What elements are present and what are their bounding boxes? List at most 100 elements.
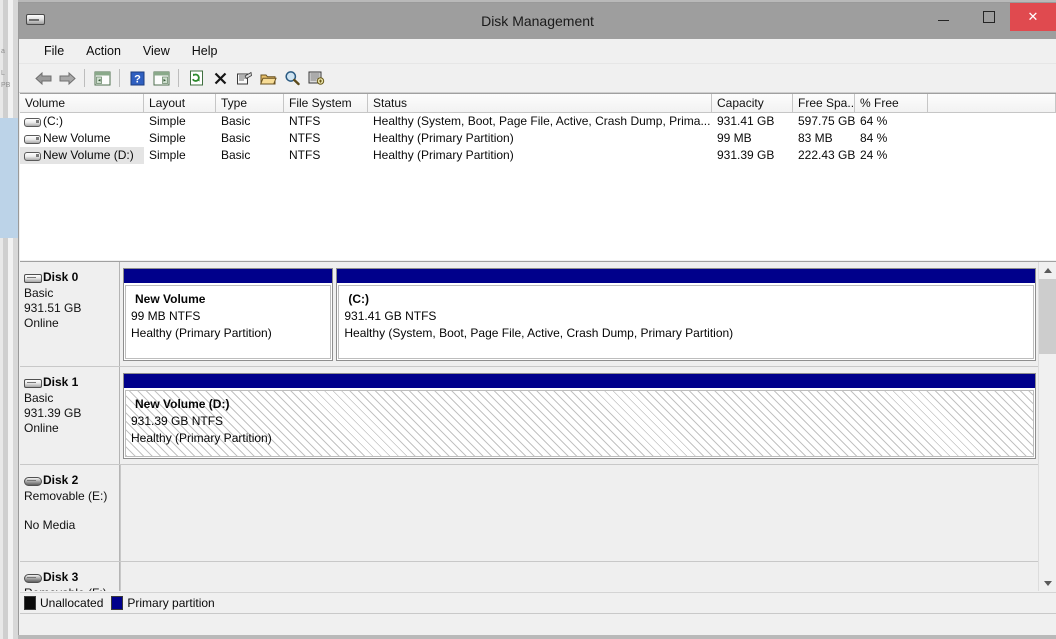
table-cell: 99 MB xyxy=(717,131,752,145)
partition-name: New Volume xyxy=(135,292,206,306)
column-header-layout[interactable]: Layout xyxy=(144,94,216,113)
partition-size-fs: 931.39 GB NTFS xyxy=(131,414,224,428)
forward-button[interactable] xyxy=(55,67,79,89)
scrollbar-thumb[interactable] xyxy=(1039,279,1056,354)
disk-empty-pane xyxy=(120,465,1039,561)
disk-management-window: Disk Management ✕ File Action View Help xyxy=(18,2,1056,635)
table-row[interactable]: (C:) Simple Basic NTFS Healthy (System, Boot… xyxy=(20,113,1056,130)
partition-status: Healthy (Primary Partition) xyxy=(131,326,272,340)
table-row[interactable]: New Volume (D:) Simple Basic NTFS Healthy (P… xyxy=(20,147,1056,164)
disk-row[interactable]: Disk 2 Removable (E:) No Media xyxy=(20,465,1039,562)
disk-row[interactable]: Disk 0 Basic 931.51 GB Online New Volume 99 M… xyxy=(20,262,1039,367)
legend: Unallocated Primary partition xyxy=(20,592,1056,612)
partition[interactable]: New Volume (D:) 931.39 GB NTFS Healthy (Pr… xyxy=(123,373,1036,459)
disk-type: Basic xyxy=(24,391,54,405)
folder-open-icon xyxy=(259,74,277,84)
disk-name: Disk 2 xyxy=(43,473,79,487)
toolbar-separator xyxy=(119,69,120,87)
volume-icon xyxy=(24,150,41,161)
disk-row[interactable]: Disk 3 Removable (F:) xyxy=(20,562,1039,591)
minimize-button[interactable] xyxy=(921,3,966,31)
table-cell: Healthy (Primary Partition) xyxy=(373,131,514,145)
partition-type-bar xyxy=(337,269,1035,284)
disk-row[interactable]: Disk 1 Basic 931.39 GB Online New Volume (D:… xyxy=(20,367,1039,465)
disk-info-pane[interactable]: Disk 3 Removable (F:) xyxy=(20,562,120,591)
delete-button[interactable] xyxy=(208,67,232,89)
menu-item-view[interactable]: View xyxy=(132,41,181,61)
table-cell: 24 % xyxy=(860,148,888,162)
disk-scan-button[interactable] xyxy=(304,67,328,89)
volume-label: (C:) xyxy=(43,114,63,128)
disk-title: Disk 1 xyxy=(24,375,119,389)
back-button[interactable] xyxy=(31,67,55,89)
column-header-type[interactable]: Type xyxy=(216,94,284,113)
table-cell: 597.75 GB xyxy=(798,114,855,128)
disk-name: Disk 0 xyxy=(43,270,79,284)
disk-name: Disk 3 xyxy=(43,570,79,584)
partition-status: Healthy (System, Boot, Page File, Active… xyxy=(344,326,734,340)
rescan-disks-button[interactable] xyxy=(184,67,208,89)
background-window-text: L xyxy=(1,70,5,77)
toolbar-separator xyxy=(84,69,85,87)
status-bar xyxy=(20,613,1056,635)
volume-name-cell: New Volume (D:) xyxy=(20,147,144,164)
disk-size: 931.51 GB xyxy=(24,301,82,315)
menu-item-file[interactable]: File xyxy=(33,41,75,61)
panel-right-icon xyxy=(153,71,169,85)
partition-type-bar xyxy=(124,374,1035,389)
volume-list-body: (C:) Simple Basic NTFS Healthy (System, Boot… xyxy=(20,113,1056,164)
table-cell: Basic xyxy=(221,114,251,128)
table-cell: Simple xyxy=(149,131,186,145)
disk-info-pane[interactable]: Disk 2 Removable (E:) No Media xyxy=(20,465,120,561)
column-header-free[interactable]: % Free xyxy=(855,94,928,113)
background-window-content xyxy=(0,118,18,238)
properties-icon xyxy=(236,71,252,84)
column-header-status[interactable]: Status xyxy=(368,94,712,113)
scan-icon xyxy=(308,71,324,85)
table-cell: NTFS xyxy=(289,148,321,162)
show-hide-console-tree-button[interactable] xyxy=(90,67,114,89)
column-header-blank[interactable] xyxy=(928,94,1056,113)
disk-info-pane[interactable]: Disk 0 Basic 931.51 GB Online xyxy=(20,262,120,366)
volume-icon xyxy=(24,133,41,144)
fixed-disk-icon xyxy=(24,272,42,283)
partition[interactable]: (C:) 931.41 GB NTFS Healthy (System, Boot,… xyxy=(336,268,1036,361)
volume-list-header: Volume Layout Type File System Status Capacit… xyxy=(20,94,1056,113)
window-title: Disk Management xyxy=(481,13,594,29)
open-button[interactable] xyxy=(256,67,280,89)
help-button[interactable]: ? xyxy=(125,67,149,89)
partition[interactable]: New Volume 99 MB NTFS Healthy (Primary Par… xyxy=(123,268,334,361)
disk-info-pane[interactable]: Disk 1 Basic 931.39 GB Online xyxy=(20,367,120,464)
menu-item-action[interactable]: Action xyxy=(75,41,132,61)
title-bar[interactable]: Disk Management ✕ xyxy=(19,3,1056,39)
table-row[interactable]: New Volume Simple Basic NTFS Healthy (Primar… xyxy=(20,130,1056,147)
background-window[interactable]: a L PB xyxy=(0,0,18,639)
menu-item-help[interactable]: Help xyxy=(181,41,229,61)
table-cell: NTFS xyxy=(289,114,321,128)
partition-details: New Volume (D:) 931.39 GB NTFS Healthy (Pr… xyxy=(125,390,1034,457)
column-header-capacity[interactable]: Capacity xyxy=(712,94,793,113)
close-button[interactable]: ✕ xyxy=(1010,3,1056,31)
column-header-volume[interactable]: Volume xyxy=(20,94,144,113)
search-button[interactable] xyxy=(280,67,304,89)
show-hide-action-pane-button[interactable] xyxy=(149,67,173,89)
toolbar: ? xyxy=(19,64,1056,93)
column-header-file-system[interactable]: File System xyxy=(284,94,368,113)
disk-status: Online xyxy=(24,316,59,330)
scroll-down-button[interactable] xyxy=(1039,575,1056,591)
legend-label: Unallocated xyxy=(40,595,104,610)
properties-button[interactable] xyxy=(232,67,256,89)
magnifier-icon xyxy=(285,71,300,86)
minimize-icon xyxy=(938,19,949,21)
disk-partitions-pane: New Volume 99 MB NTFS Healthy (Primary Par… xyxy=(120,262,1039,366)
menu-bar: File Action View Help xyxy=(19,39,1056,64)
table-cell: 931.41 GB xyxy=(717,114,775,128)
graphical-view-scrollbar[interactable] xyxy=(1038,262,1056,591)
scroll-up-button[interactable] xyxy=(1039,262,1056,279)
table-cell: Simple xyxy=(149,114,186,128)
chevron-down-icon xyxy=(1043,581,1052,586)
maximize-button[interactable] xyxy=(966,3,1011,31)
volume-name-cell: New Volume xyxy=(20,130,144,147)
column-header-free-spa[interactable]: Free Spa... xyxy=(793,94,855,113)
removable-disk-icon xyxy=(24,572,42,583)
